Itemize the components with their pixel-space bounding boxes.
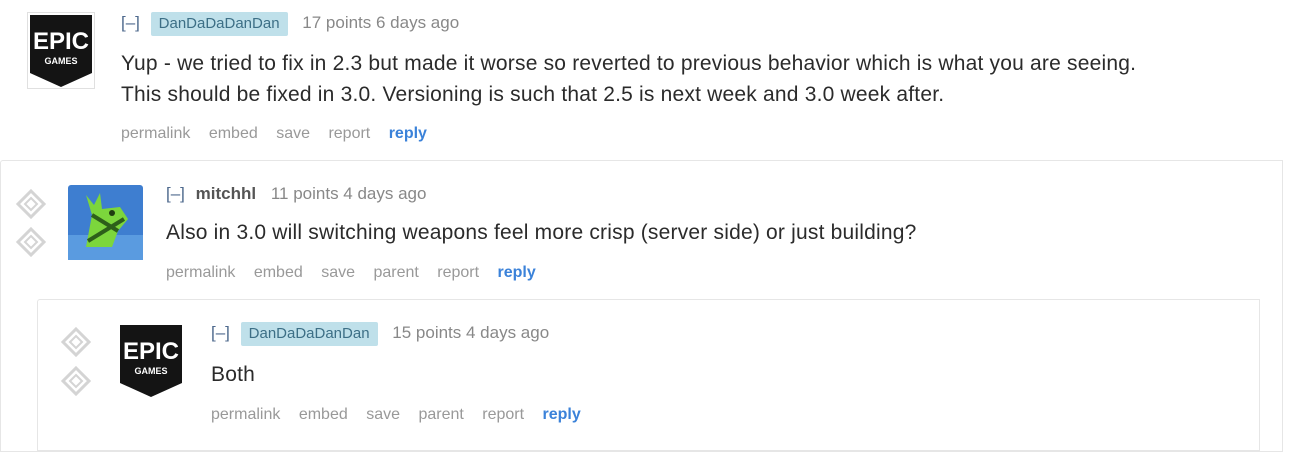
downvote-arrow-icon[interactable] [60, 365, 94, 397]
permalink-link[interactable]: permalink [121, 125, 190, 142]
reply-link[interactable]: reply [543, 406, 581, 423]
comment-buttons: permalink embed save parent report reply [166, 264, 550, 282]
embed-link[interactable]: embed [209, 125, 258, 142]
comment-body: Both [211, 363, 255, 386]
games-logo-text: GAMES [44, 56, 77, 66]
parent-link[interactable]: parent [418, 406, 463, 423]
upvote-arrow-icon[interactable] [15, 188, 49, 220]
comment-body: Yup - we tried to fix in 2.3 but made it… [121, 48, 1136, 110]
comment-buttons: permalink embed save parent report reply [211, 406, 595, 424]
collapse-toggle[interactable]: [–] [211, 323, 230, 342]
llama-icon[interactable] [68, 185, 143, 260]
comment-body: Also in 3.0 will switching weapons feel … [166, 221, 917, 244]
collapse-toggle[interactable]: [–] [166, 184, 185, 203]
author-link[interactable]: DanDaDaDanDan [150, 12, 288, 36]
permalink-link[interactable]: permalink [166, 264, 235, 281]
upvote-arrow-icon[interactable] [60, 326, 94, 358]
score-time: 11 points 4 days ago [270, 184, 427, 203]
tagline: [–] DanDaDaDanDan 17 points 6 days ago [121, 12, 459, 36]
embed-link[interactable]: embed [254, 264, 303, 281]
embed-link[interactable]: embed [299, 406, 348, 423]
reply-link[interactable]: reply [498, 264, 536, 281]
epic-logo-text: EPIC [33, 28, 89, 55]
epic-logo-text: EPIC [123, 338, 179, 365]
collapse-toggle[interactable]: [–] [121, 13, 140, 32]
tagline: [–] DanDaDaDanDan 15 points 4 days ago [211, 322, 549, 346]
report-link[interactable]: report [328, 125, 370, 142]
save-link[interactable]: save [276, 125, 310, 142]
author-link[interactable]: DanDaDaDanDan [240, 322, 378, 346]
score-time: 17 points 6 days ago [302, 13, 460, 32]
author-link[interactable]: mitchhl [196, 184, 256, 203]
downvote-arrow-icon[interactable] [15, 226, 49, 258]
tagline: [–] mitchhl 11 points 4 days ago [166, 184, 426, 204]
report-link[interactable]: report [437, 264, 479, 281]
permalink-link[interactable]: permalink [211, 406, 280, 423]
comment-body-line: This should be fixed in 3.0. Versioning … [121, 83, 945, 106]
epic-games-logo-icon[interactable]: EPIC GAMES [27, 12, 95, 89]
reply-link[interactable]: reply [389, 125, 427, 142]
parent-link[interactable]: parent [373, 264, 418, 281]
score-time: 15 points 4 days ago [392, 323, 550, 342]
save-link[interactable]: save [366, 406, 400, 423]
games-logo-text: GAMES [134, 366, 167, 376]
comment-body-line: Yup - we tried to fix in 2.3 but made it… [121, 52, 1137, 75]
save-link[interactable]: save [321, 264, 355, 281]
epic-games-logo-icon[interactable]: EPIC GAMES [117, 322, 185, 399]
report-link[interactable]: report [482, 406, 524, 423]
comment-buttons: permalink embed save report reply [121, 125, 441, 143]
